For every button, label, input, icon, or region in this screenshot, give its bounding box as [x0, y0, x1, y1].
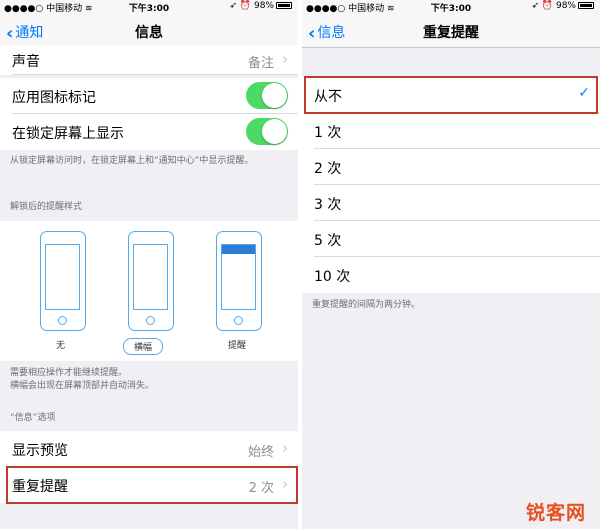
repeat-alert-label: 重复提醒: [12, 479, 68, 495]
repeat-alert-row[interactable]: 重复提醒 2 次 ›: [0, 467, 298, 503]
option-label: 3 次: [314, 197, 342, 213]
nav-bar: ‹ 信息 重复提醒: [302, 14, 600, 48]
preview-label: 显示预览: [12, 443, 68, 459]
option-label: 从不: [314, 89, 342, 105]
alert-style-footer-2: 横幅会出现在屏幕顶部并自动消失。: [10, 381, 155, 391]
option-row[interactable]: 10 次: [302, 257, 600, 293]
status-right: ➶ ⏰ 98%: [230, 1, 292, 11]
option-row[interactable]: 5 次: [302, 221, 600, 257]
badge-label: 应用图标标记: [12, 90, 96, 106]
badge-row: 应用图标标记: [0, 78, 298, 114]
option-label: 10 次: [314, 269, 351, 285]
lockscreen-toggle[interactable]: [246, 118, 288, 145]
status-bar: ●●●●○ 中国移动 ≋ 下午3:00 ➶ ⏰ 98%: [302, 0, 600, 14]
alert-style-footer-1: 需要相应操作才能继续提醒。: [10, 368, 128, 378]
style-banner-label: 横幅: [123, 338, 164, 355]
repeat-alert-screen: ●●●●○ 中国移动 ≋ 下午3:00 ➶ ⏰ 98% ‹ 信息 重复提醒 从不 …: [302, 0, 600, 529]
option-label: 5 次: [314, 233, 342, 249]
sound-label: 声音: [12, 54, 40, 70]
repeat-footer: 重复提醒的间隔为两分钟。: [312, 300, 421, 310]
page-title: 重复提醒: [423, 25, 479, 41]
repeat-alert-value: 2 次: [248, 481, 274, 496]
option-row[interactable]: 2 次: [302, 149, 600, 185]
sound-value: 备注: [247, 56, 274, 71]
watermark: 锐客网: [525, 502, 586, 524]
status-bar: ●●●●○ 中国移动 ≋ 下午3:00 ➶ ⏰ 98%: [0, 0, 298, 14]
chevron-right-icon: ›: [282, 50, 288, 68]
options-header: “信息”选项: [10, 413, 56, 423]
style-none-label: 无: [56, 341, 66, 351]
style-banner-option[interactable]: [128, 231, 174, 331]
option-label: 1 次: [314, 125, 342, 141]
notification-settings-screen: ●●●●○ 中国移动 ≋ 下午3:00 ➶ ⏰ 98% ‹ 通知 信息 声音 备注…: [0, 0, 298, 529]
option-row[interactable]: 3 次: [302, 185, 600, 221]
lockscreen-label: 在锁定屏幕上显示: [12, 126, 124, 142]
banner-preview: [222, 245, 255, 254]
preview-row[interactable]: 显示预览 始终 ›: [0, 431, 298, 467]
preview-value: 始终: [247, 445, 274, 460]
option-row[interactable]: 从不 ✓: [302, 77, 600, 113]
option-row[interactable]: 1 次: [302, 113, 600, 149]
chevron-right-icon: ›: [282, 475, 288, 493]
checkmark-icon: ✓: [578, 85, 590, 101]
option-label: 2 次: [314, 161, 342, 177]
battery-icon: [578, 2, 594, 9]
chevron-right-icon: ›: [282, 439, 288, 457]
sound-row[interactable]: 声音 备注 ›: [0, 45, 298, 75]
lockscreen-footer: 从锁定屏幕访问时，在锁定屏幕上和“通知中心”中显示提醒。: [10, 156, 254, 166]
style-alert-label: 提醒: [228, 341, 247, 351]
page-title: 信息: [135, 25, 163, 41]
badge-toggle[interactable]: [246, 82, 288, 109]
style-alert-option[interactable]: [216, 231, 262, 331]
alert-style-picker: 无 横幅 提醒: [0, 221, 298, 361]
alert-style-header: 解锁后的提醒样式: [10, 202, 83, 212]
status-right: ➶ ⏰ 98%: [532, 1, 594, 11]
style-none-option[interactable]: [40, 231, 86, 331]
lockscreen-row: 在锁定屏幕上显示: [0, 114, 298, 150]
battery-icon: [276, 2, 292, 9]
nav-bar: ‹ 通知 信息: [0, 14, 298, 48]
